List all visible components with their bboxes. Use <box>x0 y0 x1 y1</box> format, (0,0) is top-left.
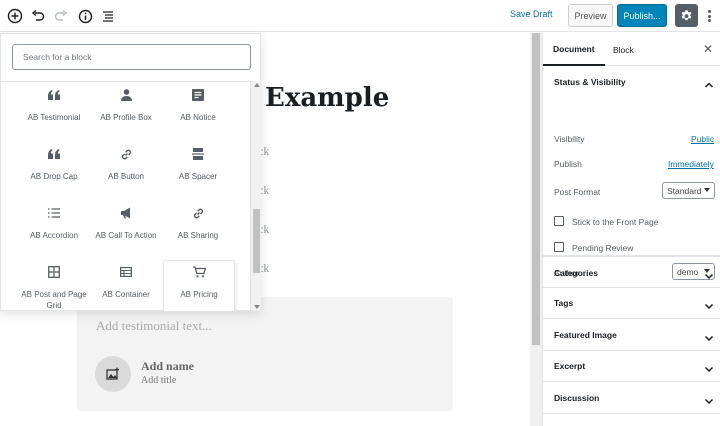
panel-header-tags[interactable]: Tags <box>543 287 720 319</box>
block-item-ab-drop-cap[interactable]: AB Drop Cap <box>18 143 90 199</box>
more-vertical-icon[interactable] <box>703 8 715 24</box>
post-format-label: Post Format <box>554 187 601 197</box>
chevron-down-icon <box>704 188 710 192</box>
plus-circle-icon[interactable] <box>5 6 25 26</box>
block-item-ab-button[interactable]: AB Button <box>90 143 162 199</box>
block-item-ab-sharing[interactable]: AB Sharing <box>162 202 234 258</box>
container-icon <box>90 261 162 283</box>
publish-date-link[interactable]: Immediately <box>668 159 714 169</box>
block-item-ab-container[interactable]: AB Container <box>90 261 162 311</box>
chevron-up-icon <box>704 77 714 95</box>
panel-header-status-visibility[interactable]: Status & Visibility <box>543 66 720 98</box>
tab-block[interactable]: Block <box>613 33 634 66</box>
block-inserter: Search for a block AB Testimonial AB Pro… <box>0 33 261 311</box>
panel-header-discussion[interactable]: Discussion <box>543 382 720 414</box>
panel-header-categories[interactable]: Categories <box>543 256 720 288</box>
testimonial-title-input[interactable]: Add title <box>141 375 176 386</box>
preview-button[interactable]: Preview <box>568 4 613 27</box>
tab-document[interactable]: Document <box>543 33 605 66</box>
pending-review-label: Pending Review <box>572 243 634 253</box>
testimonial-text-input[interactable]: Add testimonial text... <box>96 318 212 334</box>
testimonial-block[interactable]: Add testimonial text... Add name Add tit… <box>77 297 453 411</box>
visibility-label: Visibility <box>554 134 585 144</box>
scrollbar-thumb[interactable] <box>532 33 540 345</box>
grid-icon <box>18 261 90 283</box>
sticky-checkbox[interactable] <box>554 216 564 226</box>
block-item-ab-notice[interactable]: AB Notice <box>162 84 234 140</box>
link-icon <box>162 202 234 224</box>
image-add-icon[interactable] <box>95 356 131 392</box>
block-item-ab-pricing[interactable]: AB Pricing <box>163 260 235 311</box>
testimonial-name-input[interactable]: Add name <box>141 359 194 374</box>
gear-icon[interactable] <box>675 4 698 27</box>
spacer-icon <box>162 143 234 165</box>
notice-icon <box>162 84 234 106</box>
top-toolbar: Save Draft Preview Publish... <box>0 0 720 32</box>
megaphone-icon <box>90 202 162 224</box>
info-icon[interactable] <box>75 6 95 26</box>
quote-icon <box>18 143 90 165</box>
post-title[interactable]: Example <box>265 83 389 113</box>
quote-icon <box>18 84 90 106</box>
list-icon[interactable] <box>98 6 118 26</box>
visibility-link[interactable]: Public <box>691 134 714 144</box>
user-icon <box>90 84 162 106</box>
inserter-scrollbar[interactable] <box>250 81 261 311</box>
sidebar-tabs: Document Block ✕ <box>543 33 720 66</box>
panel-header-featured-image[interactable]: Featured Image <box>543 319 720 351</box>
block-item-ab-spacer[interactable]: AB Spacer <box>162 143 234 199</box>
cart-icon <box>164 261 234 283</box>
scroll-down-icon[interactable] <box>254 305 260 309</box>
chevron-down-icon <box>704 330 714 348</box>
status-visibility-panel: Status & Visibility Visibility Public Pu… <box>543 66 720 280</box>
block-item-ab-post-and-page-grid[interactable]: AB Post and Page Grid <box>18 261 90 311</box>
list-icon <box>18 202 90 224</box>
save-draft-button[interactable]: Save Draft <box>510 9 553 19</box>
scrollbar-thumb[interactable] <box>253 209 260 273</box>
block-item-ab-profile-box[interactable]: AB Profile Box <box>90 84 162 140</box>
panel-header-excerpt[interactable]: Excerpt <box>543 350 720 382</box>
block-item-ab-testimonial[interactable]: AB Testimonial <box>18 84 90 140</box>
chevron-down-icon <box>704 268 714 286</box>
publish-button[interactable]: Publish... <box>617 4 667 27</box>
settings-sidebar: Document Block ✕ Status & Visibility Vis… <box>542 33 720 426</box>
block-list: AB Testimonial AB Profile Box AB Notice … <box>1 81 250 311</box>
post-format-select[interactable]: Standard <box>662 182 715 199</box>
canvas-scrollbar[interactable] <box>530 33 542 426</box>
block-item-ab-accordion[interactable]: AB Accordion <box>18 202 90 258</box>
undo-icon[interactable] <box>28 6 48 26</box>
scroll-up-icon[interactable] <box>254 83 260 87</box>
editor-screen: Save Draft Preview Publish... Example ck… <box>0 0 720 426</box>
block-item-ab-call-to-action[interactable]: AB Call To Action <box>90 202 162 258</box>
publish-label: Publish <box>554 159 582 169</box>
close-icon[interactable]: ✕ <box>703 43 713 55</box>
pending-review-checkbox[interactable] <box>554 242 564 252</box>
chevron-down-icon <box>704 361 714 379</box>
block-search-input[interactable]: Search for a block <box>12 44 251 70</box>
redo-icon[interactable] <box>51 6 71 26</box>
sticky-label: Stick to the Front Page <box>572 217 659 227</box>
chevron-down-icon <box>704 298 714 316</box>
link-icon <box>90 143 162 165</box>
chevron-down-icon <box>704 393 714 411</box>
